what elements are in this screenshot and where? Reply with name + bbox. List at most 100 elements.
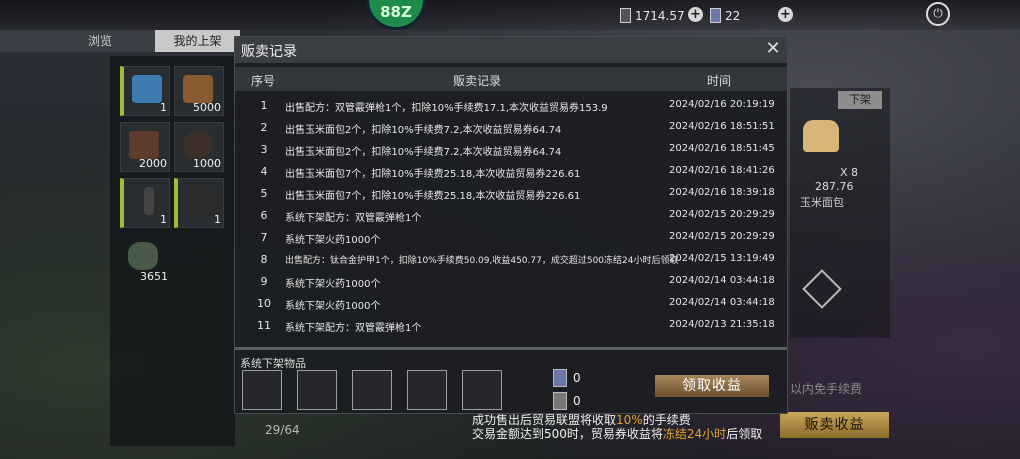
dialog-title: 贩卖记录 — [241, 44, 297, 60]
item-thumbnail — [183, 131, 213, 159]
system-item-slot[interactable] — [352, 370, 392, 410]
system-item-slot[interactable] — [297, 370, 337, 410]
item-thumbnail — [132, 75, 162, 103]
listing-price: 287.76 — [815, 180, 854, 193]
table-row: 5 出售玉米面包7个，扣除10%手续费25.18,本次收益贸易券226.61 2… — [235, 183, 787, 205]
inventory-slot[interactable]: 2000 — [120, 122, 170, 172]
power-icon[interactable]: ⏻ — [926, 2, 950, 26]
slot-qty: 5000 — [193, 101, 221, 114]
trade-ticket-income: 0 — [553, 392, 581, 410]
slot-qty: 1 — [160, 213, 167, 226]
row-description: 出售配方：钛合金护甲1个，扣除10%手续费50.09,收益450.77，成交超过… — [285, 256, 679, 266]
slot-qty: 1000 — [193, 157, 221, 170]
listing-qty: X 8 — [840, 166, 859, 179]
tab-my-listings[interactable]: 我的上架 — [155, 30, 240, 52]
inventory-slot[interactable]: 3651 — [120, 234, 170, 284]
currency-gem: 22 — [710, 8, 740, 23]
system-item-slot[interactable] — [462, 370, 502, 410]
bread-icon — [803, 120, 839, 152]
row-description: 系统下架火药1000个 — [285, 301, 381, 312]
top-bar — [0, 0, 1020, 30]
row-description: 出售玉米面包2个，扣除10%手续费7.2,本次收益贸易券64.74 — [285, 125, 562, 136]
row-index: 8 — [260, 253, 268, 266]
close-icon[interactable]: ✕ — [763, 39, 783, 59]
currency-trade-ticket: 1714.57 — [620, 8, 685, 23]
row-description: 出售玉米面包7个，扣除10%手续费25.18,本次收益贸易券226.61 — [285, 191, 581, 202]
inventory-panel: 1 5000 2000 1000 1 1 3651 — [110, 56, 235, 446]
unlist-button[interactable]: 下架 — [838, 91, 882, 109]
col-header-time: 时间 — [707, 74, 732, 88]
table-row: 4 出售玉米面包7个，扣除10%手续费25.18,本次收益贸易券226.61 2… — [235, 161, 787, 183]
inventory-slot[interactable]: 1 — [174, 178, 224, 228]
row-time: 2024/02/15 20:29:29 — [669, 209, 775, 220]
dialog-header: 贩卖记录 ✕ — [235, 37, 787, 63]
row-time: 2024/02/16 18:51:45 — [669, 143, 775, 154]
system-item-slot[interactable] — [407, 370, 447, 410]
slot-qty: 1 — [160, 101, 167, 114]
table-row: 2 出售玉米面包2个，扣除10%手续费7.2,本次收益贸易券64.74 2024… — [235, 117, 787, 139]
sales-record-dialog: 贩卖记录 ✕ 序号 贩卖记录 时间 1 出售配方：双管霰弹枪1个，扣除10%手续… — [234, 36, 788, 414]
claim-income-button[interactable]: 领取收益 — [655, 375, 769, 397]
table-row: 11 系统下架配方：双管霰弹枪1个 2024/02/13 21:35:18 — [235, 315, 787, 337]
sell-income-button[interactable]: 贩卖收益 — [780, 412, 889, 438]
market-tabs: 浏览 我的上架 — [0, 30, 240, 52]
row-time: 2024/02/16 18:51:51 — [669, 121, 775, 132]
gem-ticket-income-value: 0 — [573, 371, 581, 385]
row-description: 出售配方：双管霰弹枪1个，扣除10%手续费17.1,本次收益贸易券153.9 — [285, 103, 608, 114]
system-item-slot[interactable] — [242, 370, 282, 410]
row-index: 11 — [257, 319, 271, 332]
row-time: 2024/02/14 03:44:18 — [669, 297, 775, 308]
trade-ticket-icon — [620, 8, 631, 23]
fee-tip-text: 以内免手续费 — [790, 382, 863, 396]
notice-highlight: 冻结24小时 — [662, 427, 727, 441]
row-description: 出售玉米面包7个，扣除10%手续费25.18,本次收益贸易券226.61 — [285, 169, 581, 180]
trade-ticket-income-value: 0 — [573, 394, 581, 408]
notice-text: 交易金额达到500时，贸易券收益将 — [472, 427, 663, 441]
listing-item-name: 玉米面包 — [800, 196, 844, 209]
notice-text: 的手续费 — [642, 413, 691, 427]
table-row: 8 出售配方：钛合金护甲1个，扣除10%手续费50.09,收益450.77，成交… — [235, 249, 787, 271]
row-time: 2024/02/16 20:19:19 — [669, 99, 775, 110]
gem-ticket-amount: 22 — [725, 8, 741, 23]
add-gem-button[interactable]: + — [778, 7, 793, 22]
row-index: 1 — [260, 99, 268, 112]
row-index: 2 — [260, 121, 268, 134]
row-description: 系统下架配方：双管霰弹枪1个 — [285, 213, 422, 224]
table-row: 10 系统下架火药1000个 2024/02/14 03:44:18 — [235, 293, 787, 315]
row-time: 2024/02/14 03:44:18 — [669, 275, 775, 286]
fee-notice-line1: 成功售出后贸易联盟将收取10%的手续费 — [472, 413, 762, 427]
notice-text: 后领取 — [726, 427, 763, 441]
notice-text: 成功售出后贸易联盟将收取 — [472, 413, 617, 427]
row-description: 系统下架火药1000个 — [285, 279, 381, 290]
row-index: 6 — [260, 209, 268, 222]
inventory-slot[interactable]: 5000 — [174, 66, 224, 116]
item-thumbnail — [183, 75, 213, 103]
inventory-slot[interactable]: 1 — [120, 66, 170, 116]
row-time: 2024/02/15 13:19:49 — [669, 253, 775, 264]
table-row: 9 系统下架火药1000个 2024/02/14 03:44:18 — [235, 271, 787, 293]
trade-ticket-icon — [553, 392, 567, 410]
inventory-slot[interactable]: 1000 — [174, 122, 224, 172]
row-index: 7 — [260, 231, 268, 244]
system-items-label: 系统下架物品 — [240, 357, 306, 370]
table-row: 1 出售配方：双管霰弹枪1个，扣除10%手续费17.1,本次收益贸易券153.9… — [235, 95, 787, 117]
item-thumbnail — [144, 187, 154, 215]
row-time: 2024/02/13 21:35:18 — [669, 319, 775, 330]
col-header-record: 贩卖记录 — [453, 74, 502, 88]
fee-notice-line2: 交易金额达到500时，贸易券收益将冻结24小时后领取 — [472, 427, 762, 441]
trade-ticket-amount: 1714.57 — [635, 8, 685, 23]
notice-highlight: 10% — [616, 413, 643, 427]
row-index: 3 — [260, 143, 268, 156]
add-trade-ticket-button[interactable]: + — [688, 7, 703, 22]
gem-ticket-icon — [553, 369, 567, 387]
level-badge-text: 88Z — [380, 3, 412, 21]
slot-qty: 1 — [214, 213, 221, 226]
record-list[interactable]: 1 出售配方：双管霰弹枪1个，扣除10%手续费17.1,本次收益贸易券153.9… — [235, 95, 787, 345]
table-row: 7 系统下架火药1000个 2024/02/15 20:29:29 — [235, 227, 787, 249]
tab-browse[interactable]: 浏览 — [50, 30, 150, 52]
inventory-count: 29/64 — [265, 423, 300, 437]
col-header-index: 序号 — [251, 74, 276, 88]
inventory-slot[interactable]: 1 — [120, 178, 170, 228]
row-time: 2024/02/16 18:39:18 — [669, 187, 775, 198]
row-description: 出售玉米面包2个，扣除10%手续费7.2,本次收益贸易券64.74 — [285, 147, 562, 158]
